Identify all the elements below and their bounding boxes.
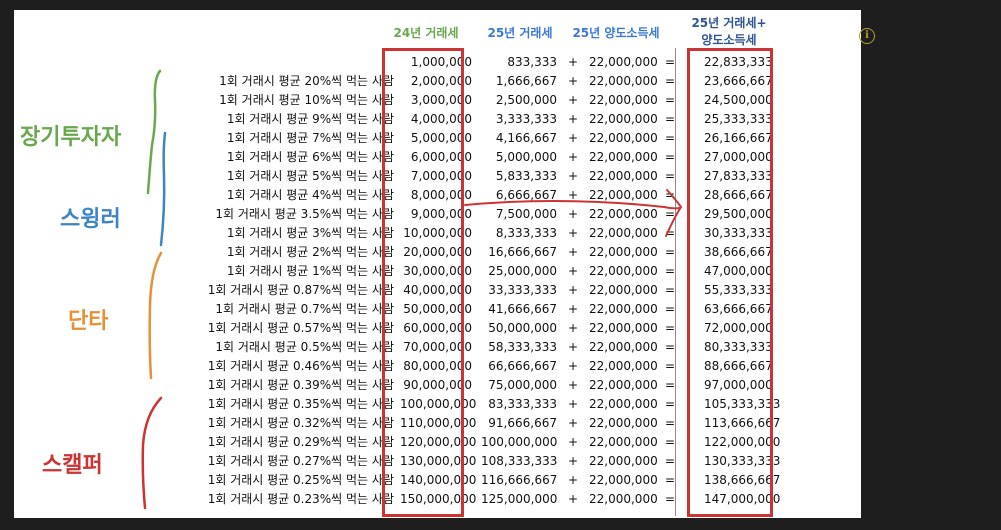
bracket-long-term <box>146 69 162 195</box>
bracket-scalp <box>141 396 163 510</box>
bracket-short <box>148 251 163 380</box>
info-icon[interactable]: i <box>859 28 875 44</box>
arrow-line <box>464 199 681 210</box>
spreadsheet-panel: i 24년 거래세 25년 거래세 25년 양도소득세 25년 거래세+ 양도소… <box>14 10 875 518</box>
arrow-head <box>665 189 683 237</box>
bracket-swing <box>159 131 167 247</box>
annotation-overlay <box>141 69 683 510</box>
